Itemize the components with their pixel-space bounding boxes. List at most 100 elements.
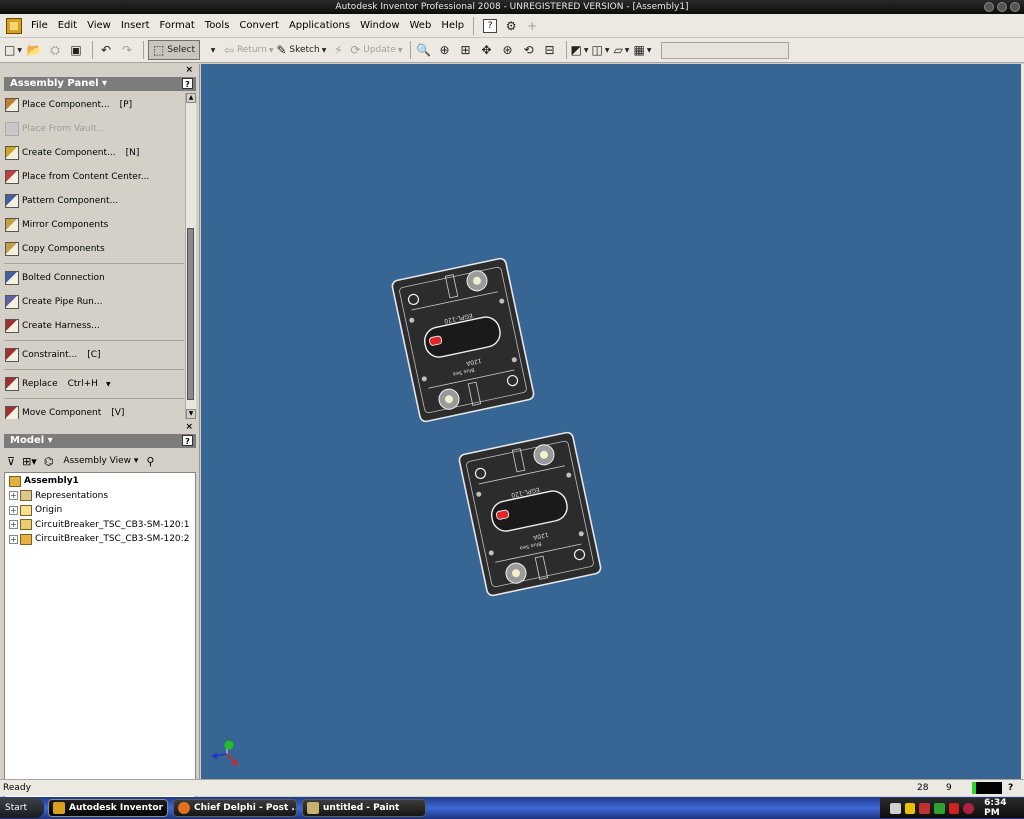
lightning-icon[interactable]: ⚡ bbox=[329, 40, 347, 60]
sketch-button[interactable]: ✎ Sketch ▼ bbox=[276, 40, 326, 60]
tree-node[interactable]: + CircuitBreaker_TSC_CB3-SM-120:1 bbox=[5, 518, 195, 533]
assembly-panel-item[interactable]: Place from Content Center... bbox=[4, 165, 184, 189]
menu-web[interactable]: Web bbox=[405, 14, 437, 38]
menu-convert[interactable]: Convert bbox=[234, 14, 284, 38]
inventor-app-icon[interactable] bbox=[6, 17, 22, 34]
pan-icon[interactable]: ✥ bbox=[478, 40, 496, 60]
model-tree: Assembly1 + Representations + Origin + Circuit… bbox=[4, 472, 196, 819]
taskbar-inventor[interactable]: Autodesk Inventor ... bbox=[48, 799, 168, 817]
tree-node-label: Origin bbox=[35, 505, 63, 516]
replace-dropdown-icon[interactable]: ▼ bbox=[106, 381, 111, 388]
minimize-button[interactable] bbox=[984, 2, 994, 12]
model-panel-header[interactable]: Model ▾ ? bbox=[4, 434, 196, 448]
tray-sync-icon[interactable] bbox=[934, 802, 945, 814]
zoom-icon[interactable]: ⊕ bbox=[436, 40, 454, 60]
expand-icon[interactable]: + bbox=[9, 520, 18, 530]
sectioning-icon[interactable]: ▦ ▼ bbox=[634, 40, 652, 60]
circuit-breaker-2[interactable]: EGPL-120 120A Blue Sea bbox=[457, 430, 603, 598]
menu-view[interactable]: View bbox=[82, 14, 116, 38]
assembly-panel-item[interactable]: Create Pipe Run... bbox=[4, 290, 184, 314]
rotate-icon[interactable]: ⟲ bbox=[520, 40, 538, 60]
menu-applications[interactable]: Applications bbox=[284, 14, 355, 38]
maximize-button[interactable] bbox=[997, 2, 1007, 12]
tray-shield-icon[interactable] bbox=[904, 802, 916, 814]
filter-icon[interactable]: ⊽ bbox=[7, 455, 15, 468]
scroll-up-icon[interactable]: ▲ bbox=[186, 93, 196, 103]
assembly-panel-item[interactable]: Place Component... [P] bbox=[4, 93, 184, 117]
new-file-icon[interactable]: □ ▼ bbox=[4, 40, 22, 60]
display-mode-icon[interactable]: ◩ ▼ bbox=[571, 40, 589, 60]
menu-insert[interactable]: Insert bbox=[116, 14, 155, 38]
open-file-icon[interactable]: 📂 bbox=[25, 40, 43, 60]
assembly-panel-item[interactable]: Create Component... [N] bbox=[4, 141, 184, 165]
status-help-icon[interactable]: ? bbox=[1008, 780, 1013, 796]
style-combo[interactable] bbox=[660, 41, 789, 59]
expand-icon[interactable]: + bbox=[9, 534, 18, 544]
save-icon[interactable]: ▣ bbox=[67, 40, 85, 60]
tray-network-icon[interactable] bbox=[890, 802, 901, 814]
whats-new-icon[interactable]: ⚙ bbox=[502, 16, 520, 36]
help-topics-icon[interactable]: ? bbox=[483, 18, 498, 33]
select-button[interactable]: ⬚ Select bbox=[148, 40, 200, 60]
project-icon[interactable]: ⛭ bbox=[46, 40, 64, 60]
circuit-breaker-1[interactable]: EGPL-120 120A Blue Sea bbox=[390, 256, 536, 424]
model-close-icon[interactable]: × bbox=[185, 422, 193, 432]
menu-window[interactable]: Window bbox=[355, 14, 404, 38]
expand-icon[interactable]: + bbox=[9, 491, 18, 501]
tree-node[interactable]: + Origin bbox=[5, 503, 195, 518]
zoom-all-icon[interactable]: 🔍 bbox=[415, 40, 433, 60]
assembly-panel-item[interactable]: Copy Components bbox=[4, 237, 184, 261]
zoom-selected-icon[interactable]: ⊛ bbox=[499, 40, 517, 60]
camera-icon[interactable]: ◫ ▼ bbox=[592, 40, 610, 60]
assembly-panel-item[interactable]: Bolted Connection bbox=[4, 266, 184, 290]
graphics-window[interactable]: EGPL-120 120A Blue Sea EGPL-120 120A Blu… bbox=[201, 64, 1021, 779]
scroll-down-icon[interactable]: ▼ bbox=[186, 409, 196, 419]
assembly-panel-item[interactable]: Replace Ctrl+H ▼ bbox=[4, 372, 184, 396]
taskbar-firefox[interactable]: Chief Delphi - Post ... bbox=[173, 799, 297, 817]
assembly-panel-scrollbar[interactable]: ▲ ▼ bbox=[185, 93, 196, 419]
assembly-panel-item[interactable]: Move Component [V] bbox=[4, 401, 184, 419]
place-from-vault-icon bbox=[5, 122, 19, 136]
find-binoculars-icon[interactable]: ⚲ bbox=[146, 455, 154, 468]
plus-icon[interactable]: + bbox=[523, 16, 541, 36]
assembly-panel-item[interactable]: Constraint... [C] bbox=[4, 343, 184, 367]
close-button[interactable] bbox=[1010, 2, 1020, 12]
update-button[interactable]: ⟳ Update ▼ bbox=[350, 40, 402, 60]
assembly-panel-item[interactable]: Pattern Component... bbox=[4, 189, 184, 213]
tray-volume-icon[interactable] bbox=[948, 802, 960, 814]
menu-edit[interactable]: Edit bbox=[53, 14, 82, 38]
assembly-panel-item[interactable]: Create Harness... bbox=[4, 314, 184, 338]
tree-options-icon[interactable]: ⊞▾ bbox=[22, 455, 37, 468]
model-help-icon[interactable]: ? bbox=[182, 435, 193, 446]
undo-icon[interactable]: ↶ bbox=[97, 40, 115, 60]
menu-file[interactable]: File bbox=[26, 14, 53, 38]
assembly-panel-header[interactable]: Assembly Panel ▾ ? bbox=[4, 77, 196, 91]
tree-node[interactable]: + CircuitBreaker_TSC_CB3-SM-120:2 bbox=[5, 532, 195, 547]
assembly-panel-item[interactable]: Place From Vault... bbox=[4, 117, 184, 141]
panel-close-icon[interactable]: × bbox=[185, 65, 193, 75]
menu-tools[interactable]: Tools bbox=[200, 14, 235, 38]
menu-format[interactable]: Format bbox=[155, 14, 200, 38]
redo-icon[interactable]: ↷ bbox=[118, 40, 136, 60]
panel-divider bbox=[4, 340, 184, 341]
scroll-thumb[interactable] bbox=[187, 228, 194, 400]
panel-divider bbox=[4, 263, 184, 264]
taskbar-paint[interactable]: untitled - Paint bbox=[302, 799, 426, 817]
start-button[interactable]: Start bbox=[0, 798, 44, 818]
look-at-icon[interactable]: ⊟ bbox=[541, 40, 559, 60]
tray-security-icon[interactable] bbox=[963, 802, 975, 814]
assembly-panel-item[interactable]: Mirror Components bbox=[4, 213, 184, 237]
tray-antivirus-icon[interactable] bbox=[919, 802, 931, 814]
tree-node[interactable]: Assembly1 bbox=[5, 474, 195, 489]
assembly-view-dropdown[interactable]: Assembly View ▾ bbox=[63, 456, 138, 466]
create-component-icon bbox=[5, 146, 19, 160]
select-dropdown[interactable]: ▼ bbox=[203, 40, 221, 60]
menu-help[interactable]: Help bbox=[436, 14, 469, 38]
expand-icon[interactable]: + bbox=[9, 505, 18, 515]
return-button[interactable]: ⇦ Return ▼ bbox=[224, 40, 273, 60]
help-icon[interactable]: ? bbox=[182, 78, 193, 89]
shadow-icon[interactable]: ▱ ▼ bbox=[613, 40, 631, 60]
tree-node[interactable]: + Representations bbox=[5, 489, 195, 504]
tree-view-icon[interactable]: ⌬ bbox=[44, 455, 54, 468]
zoom-window-icon[interactable]: ⊞ bbox=[457, 40, 475, 60]
